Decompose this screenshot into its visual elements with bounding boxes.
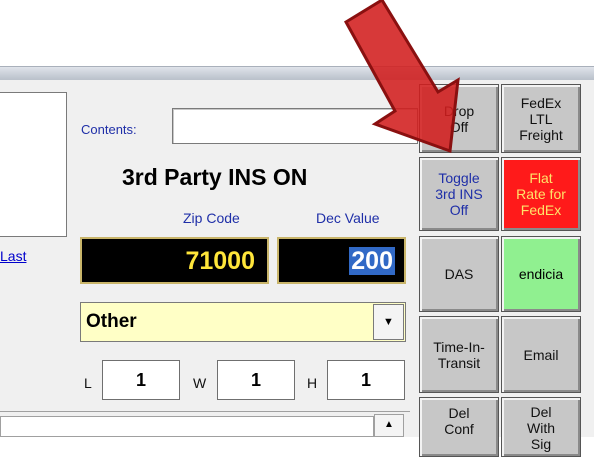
endicia-button[interactable]: endicia bbox=[501, 236, 581, 312]
left-list-box[interactable] bbox=[0, 92, 67, 237]
length-label: L bbox=[84, 375, 92, 391]
window-titlebar bbox=[0, 66, 594, 80]
fedex-ltl-freight-button[interactable]: FedEx LTL Freight bbox=[501, 84, 581, 153]
drop-off-button[interactable]: Drop Off bbox=[419, 84, 499, 153]
height-label: H bbox=[307, 375, 318, 391]
time-in-transit-button[interactable]: Time-In- Transit bbox=[419, 316, 499, 393]
package-type-value: Other bbox=[86, 311, 137, 332]
email-button[interactable]: Email bbox=[501, 316, 581, 393]
scroll-track[interactable] bbox=[0, 416, 374, 437]
das-button[interactable]: DAS bbox=[419, 236, 499, 312]
zip-code-input[interactable]: 71000 bbox=[80, 237, 269, 284]
width-input[interactable]: 1 bbox=[217, 360, 295, 400]
last-link[interactable]: Last bbox=[0, 248, 60, 264]
dec-value-selected-text: 200 bbox=[349, 247, 395, 275]
zip-code-label: Zip Code bbox=[183, 210, 240, 226]
flat-rate-fedex-button[interactable]: Flat Rate for FedEx bbox=[501, 157, 581, 231]
scroll-up-icon[interactable]: ▲ bbox=[374, 414, 404, 437]
dec-value-input[interactable]: 200 bbox=[277, 237, 406, 284]
contents-input[interactable] bbox=[172, 108, 418, 144]
width-label: W bbox=[193, 375, 207, 391]
contents-label: Contents: bbox=[81, 122, 137, 137]
del-with-sig-button[interactable]: Del With Sig bbox=[501, 397, 581, 457]
length-input[interactable]: 1 bbox=[102, 360, 180, 400]
toggle-3rd-ins-button[interactable]: Toggle 3rd INS Off bbox=[419, 157, 499, 231]
dec-value-label: Dec Value bbox=[316, 210, 380, 226]
insurance-status-title: 3rd Party INS ON bbox=[122, 164, 308, 190]
dropdown-chevron-icon[interactable]: ▼ bbox=[373, 304, 404, 340]
height-input[interactable]: 1 bbox=[327, 360, 405, 400]
del-conf-button[interactable]: Del Conf bbox=[419, 397, 499, 457]
